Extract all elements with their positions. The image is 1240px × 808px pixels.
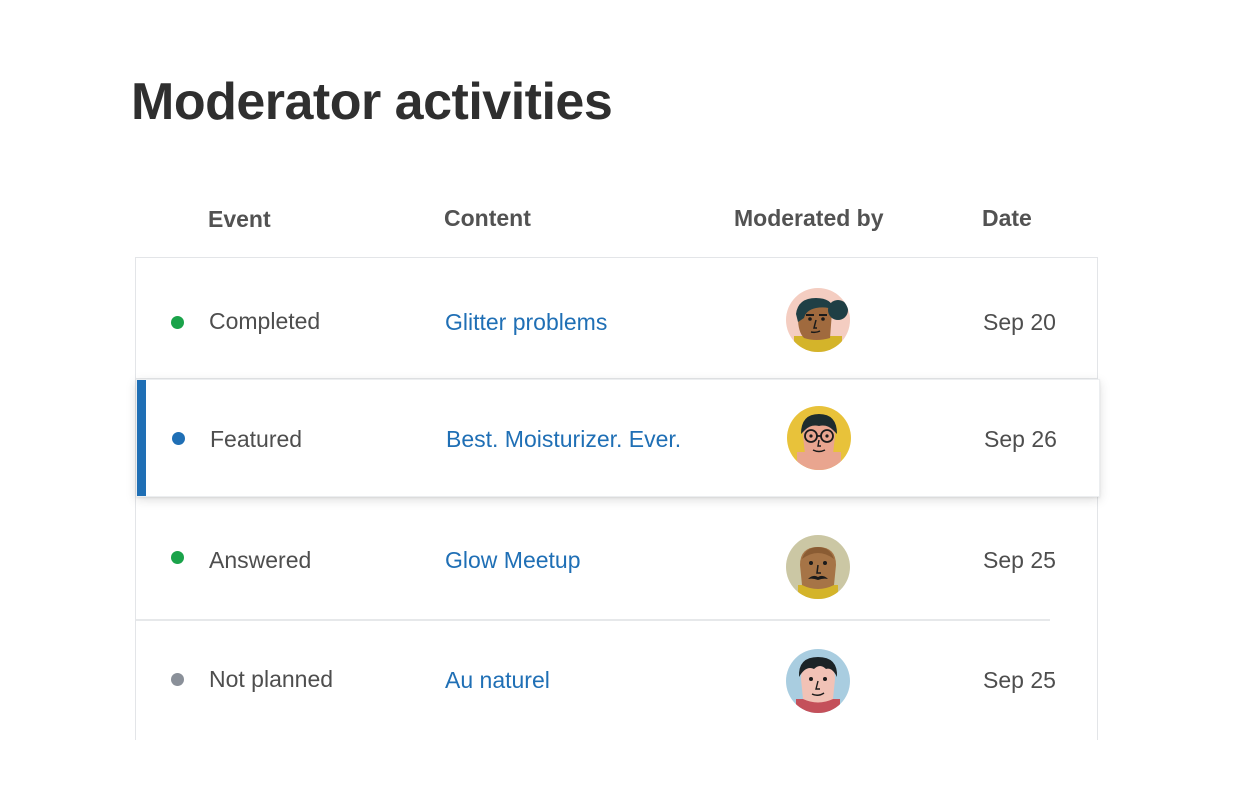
status-dot-completed xyxy=(171,316,184,329)
table-header: Event Content Moderated by Date xyxy=(135,196,1098,240)
row-divider xyxy=(136,619,1050,621)
moderator-activities-page: Moderator activities Event Content Moder… xyxy=(0,0,1240,808)
table-row[interactable]: Not planned Au naturel Sep 25 xyxy=(136,622,1097,740)
date-label: Sep 26 xyxy=(984,426,1057,452)
column-header-date: Date xyxy=(982,205,1032,231)
content-link[interactable]: Au naturel xyxy=(445,666,550,694)
man-mustache-avatar[interactable] xyxy=(786,535,850,599)
date-label: Sep 25 xyxy=(983,547,1056,573)
activities-table: Completed Glitter problems Sep 20 Featur… xyxy=(135,257,1100,740)
man-glasses-avatar[interactable] xyxy=(787,406,851,470)
woman-ponytail-avatar[interactable] xyxy=(786,288,850,352)
page-title: Moderator activities xyxy=(131,73,613,131)
event-label: Not planned xyxy=(209,666,334,692)
event-label: Featured xyxy=(210,426,303,452)
status-dot-not-planned xyxy=(171,673,184,686)
column-header-content: Content xyxy=(444,205,531,231)
table-row-selected[interactable]: Featured Best. Moisturizer. Ever. Sep 26 xyxy=(136,379,1100,497)
content-link[interactable]: Best. Moisturizer. Ever. xyxy=(446,425,681,453)
content-link[interactable]: Glitter problems xyxy=(445,308,607,336)
status-dot-featured xyxy=(172,432,185,445)
column-header-event: Event xyxy=(208,206,271,232)
date-label: Sep 20 xyxy=(983,309,1056,335)
date-label: Sep 25 xyxy=(983,667,1056,693)
selection-accent-bar xyxy=(137,380,146,496)
man-black-hair-avatar[interactable] xyxy=(786,649,850,713)
table-row[interactable]: Answered Glow Meetup Sep 25 xyxy=(136,499,1097,619)
status-dot-answered xyxy=(171,551,184,564)
content-link[interactable]: Glow Meetup xyxy=(445,546,581,574)
column-header-moderated-by: Moderated by xyxy=(734,205,884,231)
event-label: Completed xyxy=(209,308,321,334)
event-label: Answered xyxy=(209,547,312,573)
table-row[interactable]: Completed Glitter problems Sep 20 xyxy=(136,258,1097,378)
